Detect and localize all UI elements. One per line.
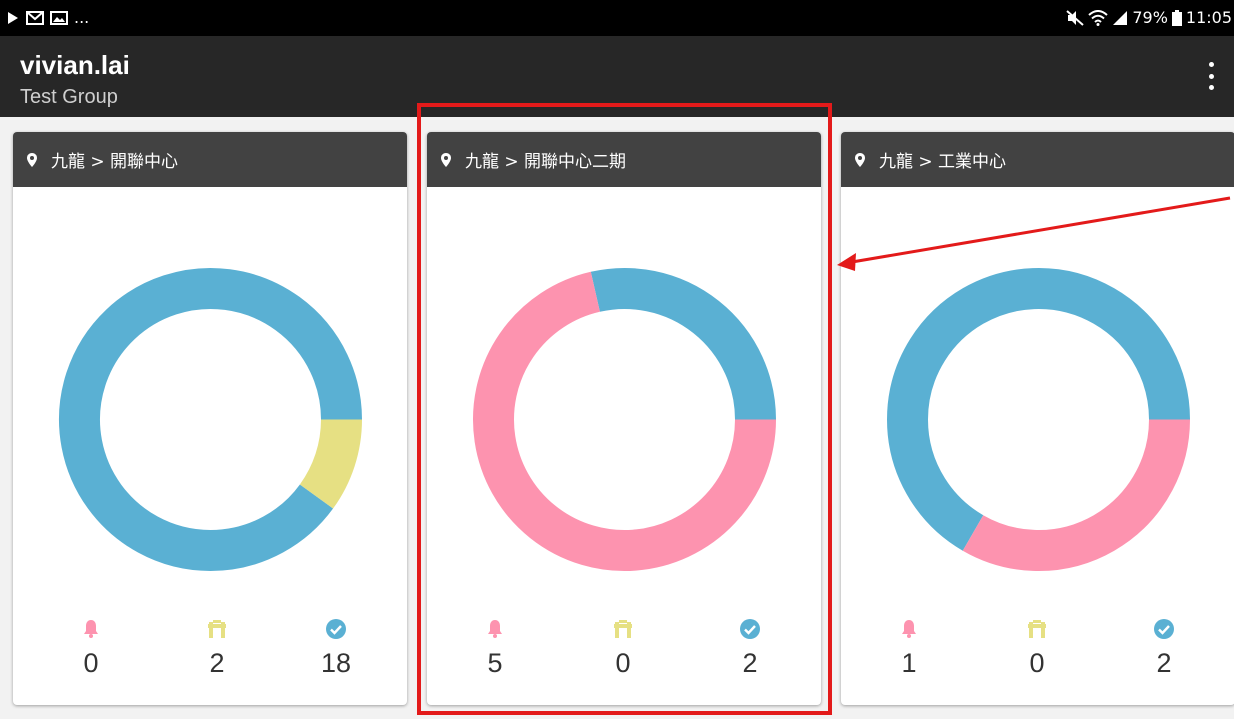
location-pin-icon bbox=[27, 152, 37, 167]
status-counts: 1 0 2 bbox=[841, 618, 1234, 688]
warning-count: 2 bbox=[209, 648, 225, 678]
status-donut-chart bbox=[59, 268, 362, 571]
overflow-menu-button[interactable] bbox=[1204, 62, 1218, 90]
barrier-icon bbox=[614, 620, 632, 638]
check-circle-icon bbox=[740, 619, 760, 639]
status-counts: 5 0 2 bbox=[427, 618, 821, 688]
card-header: 九龍 > 工業中心 bbox=[841, 132, 1234, 187]
location-pin-icon bbox=[855, 152, 865, 167]
group-name: Test Group bbox=[20, 86, 118, 108]
barrier-icon bbox=[1028, 620, 1046, 638]
app-bar: vivian.lai Test Group bbox=[0, 36, 1234, 117]
normal-count: 18 bbox=[320, 648, 352, 678]
card-list[interactable]: 九龍 > 開聯中心 0 2 18 九龍 > 開聯中心二期 5 0 2 九龍 > … bbox=[0, 117, 1234, 719]
check-circle-icon bbox=[1154, 619, 1174, 639]
play-icon bbox=[8, 11, 18, 24]
mute-icon bbox=[1066, 9, 1084, 26]
location-label: 九龍 > 開聯中心 bbox=[51, 152, 179, 172]
alarm-count: 0 bbox=[83, 648, 99, 678]
bell-icon bbox=[902, 620, 916, 638]
alarm-stat: 0 bbox=[61, 618, 121, 679]
alarm-count: 5 bbox=[487, 648, 503, 678]
menu-dot-icon bbox=[1208, 85, 1214, 90]
status-counts: 0 2 18 bbox=[13, 618, 407, 688]
status-donut-chart bbox=[887, 268, 1190, 571]
location-label: 九龍 > 工業中心 bbox=[879, 152, 1007, 172]
battery-icon bbox=[1171, 9, 1182, 26]
status-time: 11:05 bbox=[1185, 8, 1232, 27]
location-card[interactable]: 九龍 > 開聯中心 0 2 18 bbox=[13, 132, 407, 705]
normal-stat: 2 bbox=[720, 618, 780, 679]
battery-level: 79% bbox=[1132, 8, 1168, 27]
donut-segment-yellow bbox=[299, 418, 362, 509]
status-bar: ... 79% 11:05 bbox=[0, 0, 1234, 36]
alarm-count: 1 bbox=[901, 648, 917, 678]
barrier-icon bbox=[208, 620, 226, 638]
menu-dot-icon bbox=[1208, 73, 1214, 79]
bell-icon bbox=[84, 620, 98, 638]
location-card[interactable]: 九龍 > 開聯中心二期 5 0 2 bbox=[427, 132, 821, 705]
mail-icon bbox=[26, 10, 44, 25]
alarm-stat: 5 bbox=[465, 618, 525, 679]
bell-icon bbox=[488, 620, 502, 638]
location-label: 九龍 > 開聯中心二期 bbox=[465, 152, 627, 172]
normal-stat: 2 bbox=[1134, 618, 1194, 679]
location-pin-icon bbox=[441, 152, 451, 167]
image-icon bbox=[50, 10, 68, 25]
warning-stat: 0 bbox=[1007, 618, 1067, 679]
alarm-stat: 1 bbox=[879, 618, 939, 679]
check-circle-icon bbox=[326, 619, 346, 639]
normal-count: 2 bbox=[1156, 648, 1172, 678]
card-header: 九龍 > 開聯中心二期 bbox=[427, 132, 821, 187]
menu-dot-icon bbox=[1208, 62, 1214, 67]
user-name: vivian.lai bbox=[20, 50, 130, 80]
warning-stat: 0 bbox=[593, 618, 653, 679]
warning-stat: 2 bbox=[187, 618, 247, 679]
location-card[interactable]: 九龍 > 工業中心 1 0 2 bbox=[841, 132, 1234, 705]
card-header: 九龍 > 開聯中心 bbox=[13, 132, 407, 187]
normal-count: 2 bbox=[742, 648, 758, 678]
status-donut-chart bbox=[473, 268, 776, 571]
donut-segment-blue bbox=[590, 268, 776, 421]
donut-segment-blue bbox=[59, 268, 362, 571]
warning-count: 0 bbox=[1029, 648, 1045, 678]
donut-segment-pink bbox=[962, 419, 1190, 571]
signal-icon bbox=[1113, 10, 1128, 25]
notification-ellipsis: ... bbox=[74, 8, 90, 27]
warning-count: 0 bbox=[615, 648, 631, 678]
normal-stat: 18 bbox=[306, 618, 366, 679]
wifi-icon bbox=[1088, 9, 1108, 26]
